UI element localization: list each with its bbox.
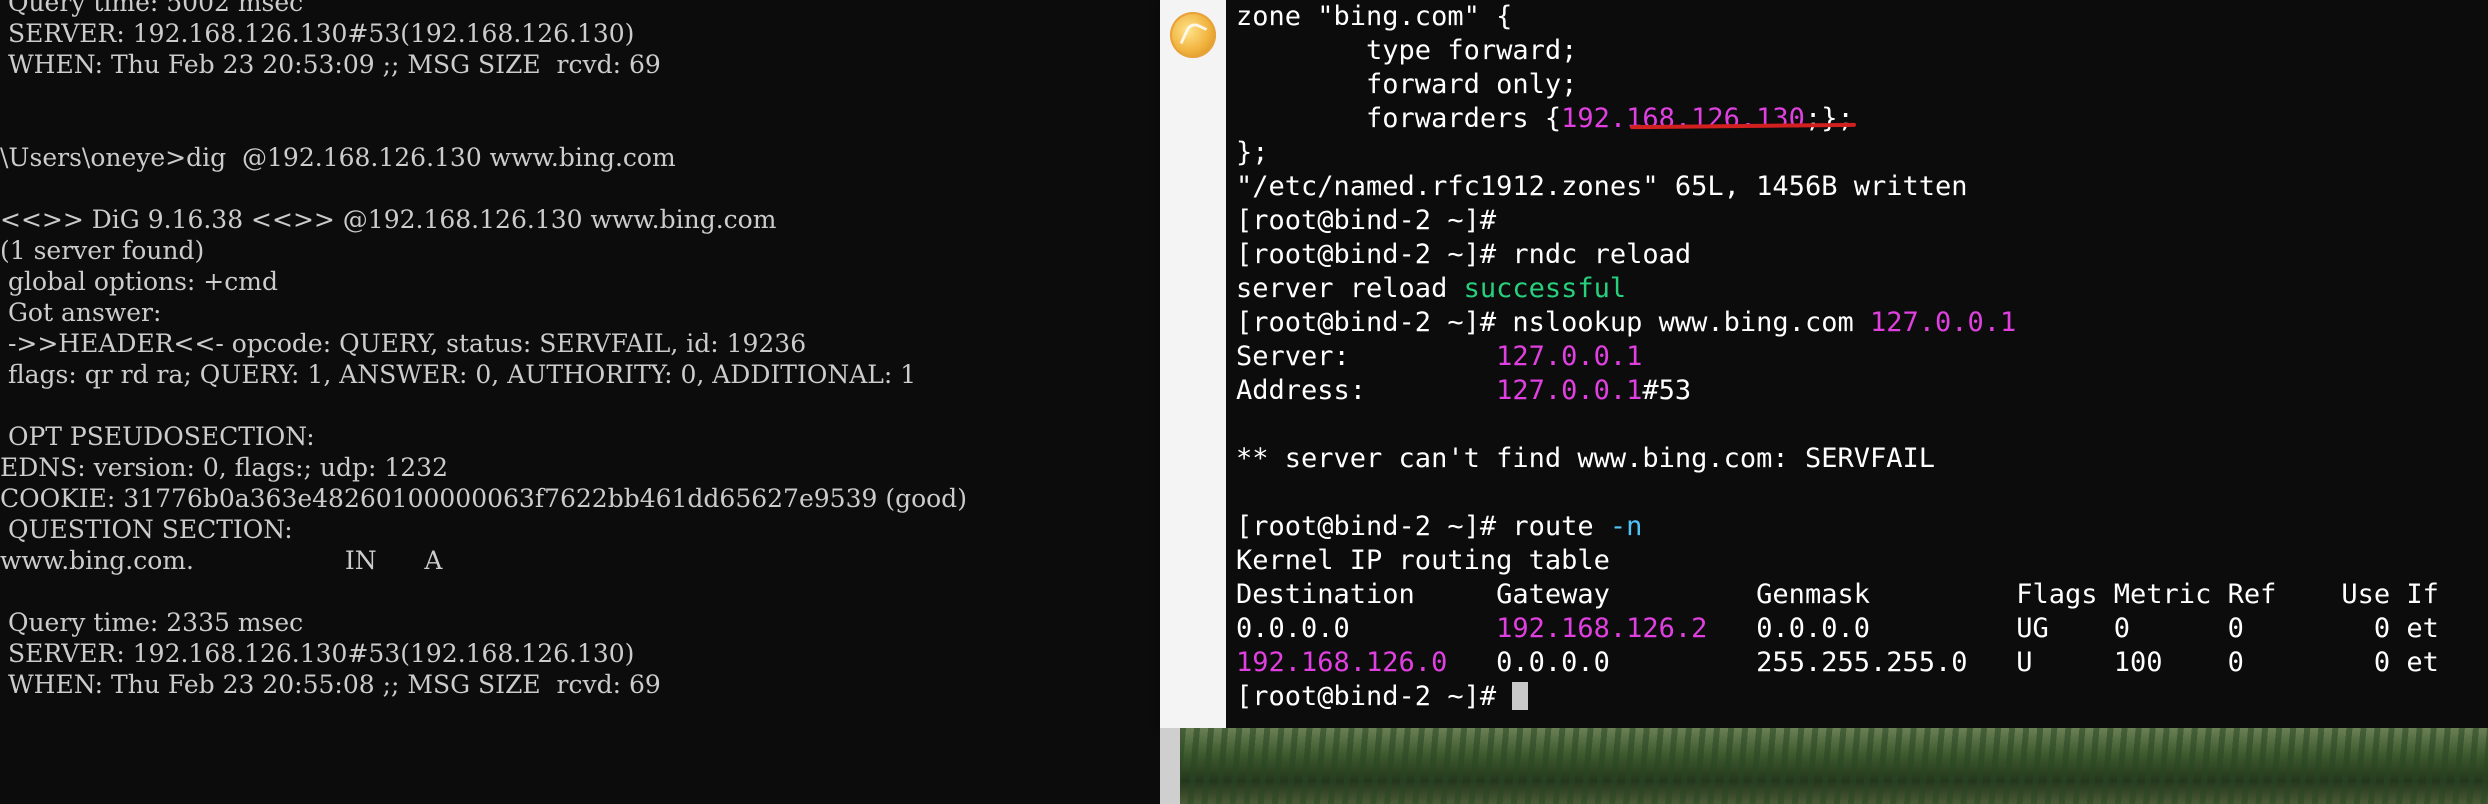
term-option: -n xyxy=(1609,511,1643,542)
cmd-line: Query time: 2335 msec xyxy=(0,608,304,637)
term-line: [root@bind-2 ~]# xyxy=(1236,205,1497,236)
term-line: forward only; xyxy=(1236,69,1578,100)
term-line: ** server can't find www.bing.com: SERVF… xyxy=(1236,443,1935,474)
term-ip: 127.0.0.1 xyxy=(1869,307,2017,338)
terminal-app-icon[interactable] xyxy=(1170,12,1216,58)
linux-terminal-window[interactable]: zone "bing.com" { type forward; forward … xyxy=(1160,0,2488,728)
cmd-line: \Users\oneye>dig @192.168.126.130 www.bi… xyxy=(0,143,676,172)
app-icon-column xyxy=(1160,0,1227,728)
route-row: 192.168.126.0 0.0.0.0 255.255.255.0 U 10… xyxy=(1236,646,2439,680)
term-prompt-line[interactable]: [root@bind-2 ~]# xyxy=(1236,680,1529,714)
term-text: Server: xyxy=(1236,341,1497,372)
cmd-line: global options: +cmd xyxy=(0,267,278,296)
cmd-line: <<>> DiG 9.16.38 <<>> @192.168.126.130 w… xyxy=(0,205,777,234)
term-ip: 127.0.0.1 xyxy=(1496,341,1643,372)
desktop-wallpaper xyxy=(1180,728,2488,804)
cmd-line: OPT PSEUDOSECTION: xyxy=(0,422,315,451)
term-text: server reload xyxy=(1236,273,1464,304)
cmd-line: Query time: 5002 msec xyxy=(0,0,304,17)
term-text: 0.0.0.0 xyxy=(1236,613,1497,644)
term-text: ;}; xyxy=(1804,103,1854,134)
cmd-line: WHEN: Thu Feb 23 20:53:09 ;; MSG SIZE rc… xyxy=(0,50,661,79)
windows-cmd-terminal[interactable]: Query time: 5002 msec SERVER: 192.168.12… xyxy=(0,0,1160,804)
term-text: Address: xyxy=(1236,375,1497,406)
cmd-line: EDNS: version: 0, flags:; udp: 1232 xyxy=(0,453,448,482)
reload-status: successful xyxy=(1463,273,1627,304)
forwarder-ip: 192.168.126.130 xyxy=(1561,103,1805,134)
term-text: 0.0.0.0 UG 0 0 0 et xyxy=(1707,613,2439,644)
term-text: #53 xyxy=(1642,375,1692,406)
cmd-line: Got answer: xyxy=(0,298,162,327)
term-text: [root@bind-2 ~]# route xyxy=(1236,511,1610,542)
route-row: 0.0.0.0 192.168.126.2 0.0.0.0 UG 0 0 0 e… xyxy=(1236,612,2439,646)
term-prompt: [root@bind-2 ~]# xyxy=(1236,681,1513,712)
cmd-line: QUESTION SECTION: xyxy=(0,515,293,544)
term-line: [root@bind-2 ~]# nslookup www.bing.com 1… xyxy=(1236,306,2016,340)
term-ip: 192.168.126.0 xyxy=(1236,647,1448,678)
cmd-line: flags: qr rd ra; QUERY: 1, ANSWER: 0, AU… xyxy=(0,360,917,389)
term-line: [root@bind-2 ~]# route -n xyxy=(1236,510,1642,544)
term-line: server reload successful xyxy=(1236,272,1626,306)
cmd-line: SERVER: 192.168.126.130#53(192.168.126.1… xyxy=(0,19,635,48)
cmd-line: WHEN: Thu Feb 23 20:55:08 ;; MSG SIZE rc… xyxy=(0,670,661,699)
term-line: forwarders {192.168.126.130;}; xyxy=(1236,102,1854,136)
term-text: forwarders { xyxy=(1236,103,1562,134)
term-line: zone "bing.com" { xyxy=(1236,1,1513,32)
term-text: [root@bind-2 ~]# nslookup www.bing.com xyxy=(1236,307,1870,338)
cmd-line: SERVER: 192.168.126.130#53(192.168.126.1… xyxy=(0,639,635,668)
cmd-line: www.bing.com. IN A xyxy=(0,546,443,575)
cmd-line: COOKIE: 31776b0a363e48260100000063f7622b… xyxy=(0,484,967,513)
text-cursor xyxy=(1512,682,1529,710)
term-line: type forward; xyxy=(1236,35,1578,66)
term-text: 0.0.0.0 255.255.255.0 U 100 0 0 et xyxy=(1447,647,2439,678)
term-ip: 127.0.0.1 xyxy=(1496,375,1643,406)
desktop-edge xyxy=(1160,728,1180,804)
term-line: }; xyxy=(1236,137,1269,168)
cmd-line: ->>HEADER<<- opcode: QUERY, status: SERV… xyxy=(0,329,807,358)
term-line: Server: 127.0.0.1 xyxy=(1236,340,1642,374)
route-table-header: Destination Gateway Genmask Flags Metric… xyxy=(1236,579,2439,610)
term-line: Address: 127.0.0.1#53 xyxy=(1236,374,1691,408)
term-line: Kernel IP routing table xyxy=(1236,545,1610,576)
cmd-line: (1 server found) xyxy=(0,236,205,265)
term-line: "/etc/named.rfc1912.zones" 65L, 1456B wr… xyxy=(1236,171,1968,202)
term-ip: 192.168.126.2 xyxy=(1496,613,1708,644)
term-line: [root@bind-2 ~]# rndc reload xyxy=(1236,239,1692,270)
linux-terminal[interactable]: zone "bing.com" { type forward; forward … xyxy=(1226,0,2488,728)
